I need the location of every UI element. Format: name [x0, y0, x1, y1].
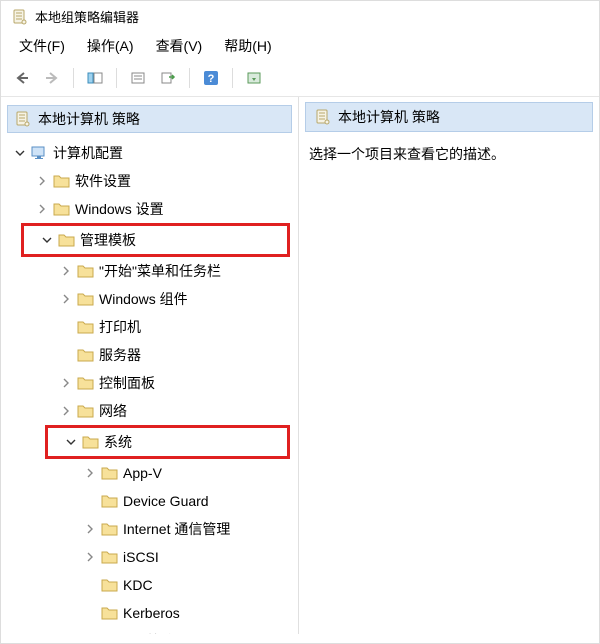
folder-icon — [77, 375, 95, 391]
tree-label: App-V — [123, 465, 162, 481]
toolbar: ? — [1, 64, 599, 97]
window-title: 本地组策略编辑器 — [35, 7, 139, 26]
folder-icon — [53, 201, 71, 217]
tree-item-software-settings[interactable]: 软件设置 — [5, 167, 298, 195]
svg-text:?: ? — [208, 73, 215, 85]
separator — [189, 68, 190, 88]
tree-item-appv[interactable]: App-V — [5, 459, 298, 487]
forward-button[interactable] — [39, 66, 65, 90]
chevron-right-icon[interactable] — [59, 404, 73, 418]
tree-label: 软件设置 — [75, 171, 131, 191]
tree-label: 服务器 — [99, 345, 141, 365]
folder-icon — [77, 291, 95, 307]
tree-label: 网络 — [99, 401, 127, 421]
tree-panel[interactable]: 本地计算机 策略 计算机配置 软件设置 Windows 设置 管理模板 — [1, 97, 299, 634]
menu-help[interactable]: 帮助(H) — [224, 36, 271, 56]
details-header: 本地计算机 策略 — [305, 102, 593, 132]
folder-icon — [101, 493, 119, 509]
tree-item-internet-comm[interactable]: Internet 通信管理 — [5, 515, 298, 543]
tree-item-iscsi[interactable]: iSCSI — [5, 543, 298, 571]
chevron-down-icon[interactable] — [13, 146, 27, 160]
folder-icon — [77, 347, 95, 363]
tree-label: 计算机配置 — [53, 143, 123, 163]
show-tree-button[interactable] — [82, 66, 108, 90]
tree-label: OS 策略 — [123, 631, 175, 634]
details-panel: 本地计算机 策略 选择一个项目来查看它的描述。 — [299, 97, 599, 634]
tree-item-computer-config[interactable]: 计算机配置 — [5, 139, 298, 167]
tree-label: Device Guard — [123, 493, 209, 509]
chevron-right-icon[interactable] — [83, 550, 97, 564]
tree-item-os-policy[interactable]: OS 策略 — [5, 627, 298, 634]
tree-label: 系统 — [104, 432, 132, 452]
folder-icon — [101, 605, 119, 621]
tree-label: Windows 设置 — [75, 199, 164, 219]
help-button[interactable]: ? — [198, 66, 224, 90]
titlebar: 本地组策略编辑器 — [1, 1, 599, 32]
tree-item-printers[interactable]: 打印机 — [5, 313, 298, 341]
separator — [232, 68, 233, 88]
tree-label: Kerberos — [123, 605, 180, 621]
tree-label: 打印机 — [99, 317, 141, 337]
chevron-right-icon[interactable] — [59, 376, 73, 390]
properties-button[interactable] — [125, 66, 151, 90]
menu-action[interactable]: 操作(A) — [87, 36, 134, 56]
tree-item-kdc[interactable]: KDC — [5, 571, 298, 599]
folder-icon — [77, 403, 95, 419]
chevron-right-icon[interactable] — [83, 522, 97, 536]
folder-icon — [101, 465, 119, 481]
chevron-right-icon[interactable] — [59, 264, 73, 278]
tree-root-label: 本地计算机 策略 — [38, 109, 140, 129]
folder-icon — [82, 434, 100, 450]
folder-icon — [58, 232, 76, 248]
tree-label: 管理模板 — [80, 230, 136, 250]
folder-icon — [101, 521, 119, 537]
details-description: 选择一个项目来查看它的描述。 — [299, 140, 599, 168]
separator — [116, 68, 117, 88]
highlight-system: 系统 — [45, 425, 290, 459]
tree-item-start-menu[interactable]: "开始"菜单和任务栏 — [5, 257, 298, 285]
tree-item-windows-settings[interactable]: Windows 设置 — [5, 195, 298, 223]
menu-file[interactable]: 文件(F) — [19, 36, 65, 56]
folder-icon — [101, 549, 119, 565]
tree-label: KDC — [123, 577, 153, 593]
scroll-icon — [314, 109, 332, 125]
computer-icon — [31, 145, 49, 161]
menubar: 文件(F) 操作(A) 查看(V) 帮助(H) — [1, 32, 599, 64]
chevron-right-icon[interactable] — [59, 292, 73, 306]
separator — [73, 68, 74, 88]
menu-view[interactable]: 查看(V) — [156, 36, 203, 56]
tree-label: "开始"菜单和任务栏 — [99, 261, 221, 281]
filter-button[interactable] — [241, 66, 267, 90]
export-button[interactable] — [155, 66, 181, 90]
tree-item-servers[interactable]: 服务器 — [5, 341, 298, 369]
scroll-icon — [14, 111, 32, 127]
chevron-down-icon[interactable] — [64, 435, 78, 449]
tree-label: Internet 通信管理 — [123, 519, 230, 539]
app-icon — [11, 8, 29, 26]
chevron-down-icon[interactable] — [40, 233, 54, 247]
tree-label: Windows 组件 — [99, 289, 188, 309]
tree-item-windows-components[interactable]: Windows 组件 — [5, 285, 298, 313]
chevron-right-icon[interactable] — [35, 174, 49, 188]
tree-label: iSCSI — [123, 549, 159, 565]
folder-icon — [101, 633, 119, 634]
folder-icon — [77, 263, 95, 279]
chevron-right-icon[interactable] — [83, 466, 97, 480]
tree-item-kerberos[interactable]: Kerberos — [5, 599, 298, 627]
folder-icon — [77, 319, 95, 335]
tree-item-control-panel[interactable]: 控制面板 — [5, 369, 298, 397]
tree-item-admin-templates[interactable]: 管理模板 — [26, 227, 285, 253]
tree-root[interactable]: 本地计算机 策略 — [7, 105, 292, 133]
details-title: 本地计算机 策略 — [338, 107, 440, 127]
highlight-admin-templates: 管理模板 — [21, 223, 290, 257]
tree-label: 控制面板 — [99, 373, 155, 393]
tree-item-system[interactable]: 系统 — [50, 429, 285, 455]
tree-item-network[interactable]: 网络 — [5, 397, 298, 425]
tree-item-device-guard[interactable]: Device Guard — [5, 487, 298, 515]
back-button[interactable] — [9, 66, 35, 90]
folder-icon — [101, 577, 119, 593]
chevron-right-icon[interactable] — [35, 202, 49, 216]
folder-icon — [53, 173, 71, 189]
